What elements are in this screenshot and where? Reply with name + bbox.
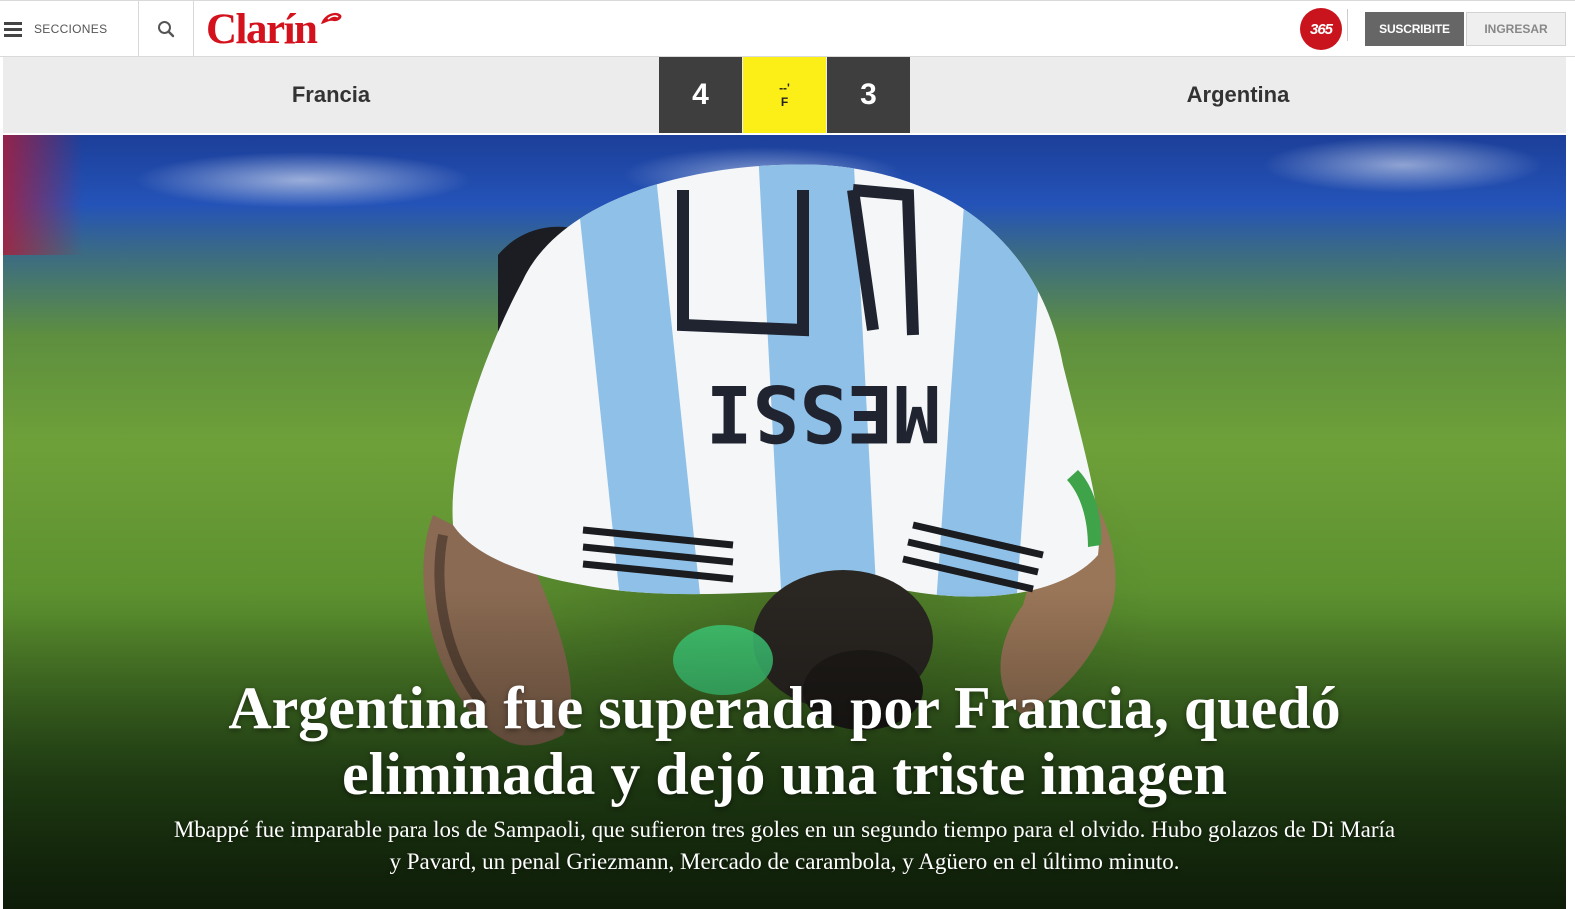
sections-label: SECCIONES bbox=[34, 22, 108, 36]
away-team-name: Argentina bbox=[1186, 82, 1290, 107]
hero-article[interactable]: MESSI Argentina fue superada por Francia… bbox=[3, 135, 1566, 909]
logo-text: Clarín bbox=[206, 5, 318, 53]
jersey-name: MESSI bbox=[706, 367, 941, 457]
away-team-score: 3 bbox=[827, 57, 910, 133]
search-button[interactable] bbox=[139, 1, 194, 57]
match-status: --' F bbox=[743, 57, 826, 133]
match-scoreboard[interactable]: Francia 4 --' F 3 Argentina bbox=[3, 57, 1566, 133]
hamburger-icon bbox=[4, 22, 22, 37]
home-team-name: Francia bbox=[291, 82, 371, 107]
article-summary: Mbappé fue imparable para los de Sampaol… bbox=[173, 817, 1396, 874]
sections-menu-button[interactable]: SECCIONES bbox=[0, 1, 139, 57]
article-headline[interactable]: Argentina fue superada por Francia, qued… bbox=[123, 675, 1446, 807]
logo-mark-icon bbox=[321, 12, 342, 24]
login-button[interactable]: INGRESAR bbox=[1466, 12, 1566, 46]
search-icon bbox=[158, 21, 175, 38]
home-team-score: 4 bbox=[659, 57, 742, 133]
header-divider bbox=[1347, 9, 1348, 41]
subscribe-button[interactable]: SUSCRIBITE bbox=[1365, 12, 1464, 46]
clarin-logo[interactable]: Clarín bbox=[206, 5, 344, 53]
clarin-365-badge[interactable]: 365 bbox=[1300, 8, 1342, 50]
site-header: SECCIONES Clarín 365 SUSCRIBITE INGRESAR bbox=[0, 0, 1575, 57]
match-minute: --' bbox=[779, 80, 790, 95]
match-final-indicator: F bbox=[780, 95, 789, 109]
